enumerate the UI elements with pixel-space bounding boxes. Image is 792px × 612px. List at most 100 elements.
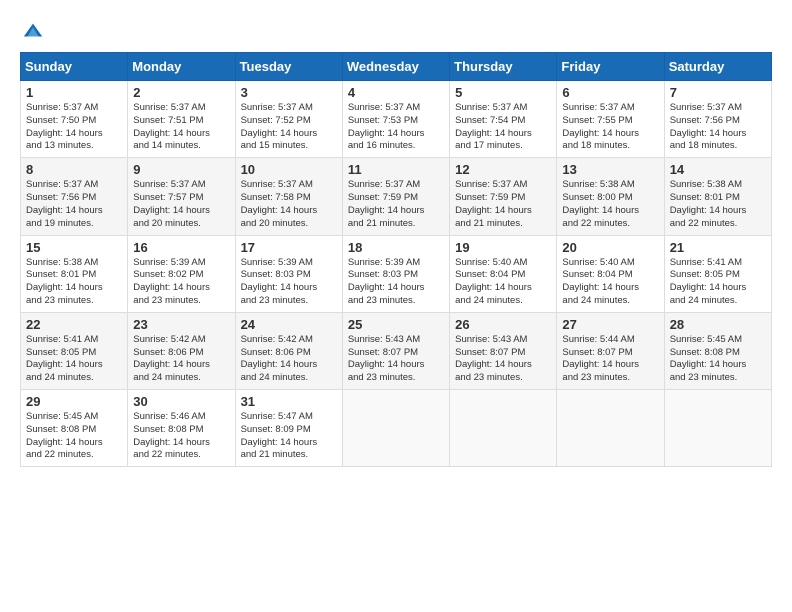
week-row-4: 29 Sunrise: 5:45 AMSunset: 8:08 PMDayligh… bbox=[21, 390, 772, 467]
day-number: 21 bbox=[670, 240, 766, 255]
day-number: 12 bbox=[455, 162, 551, 177]
day-cell: 23 Sunrise: 5:42 AMSunset: 8:06 PMDayligh… bbox=[128, 312, 235, 389]
day-cell bbox=[450, 390, 557, 467]
header-thursday: Thursday bbox=[450, 53, 557, 81]
day-number: 4 bbox=[348, 85, 444, 100]
day-number: 9 bbox=[133, 162, 229, 177]
day-info: Sunrise: 5:45 AMSunset: 8:08 PMDaylight:… bbox=[26, 411, 122, 462]
week-row-3: 22 Sunrise: 5:41 AMSunset: 8:05 PMDayligh… bbox=[21, 312, 772, 389]
day-cell: 7 Sunrise: 5:37 AMSunset: 7:56 PMDaylight… bbox=[664, 81, 771, 158]
day-number: 30 bbox=[133, 394, 229, 409]
day-cell: 10 Sunrise: 5:37 AMSunset: 7:58 PMDayligh… bbox=[235, 158, 342, 235]
day-info: Sunrise: 5:37 AMSunset: 7:56 PMDaylight:… bbox=[26, 179, 122, 230]
day-number: 16 bbox=[133, 240, 229, 255]
day-number: 31 bbox=[241, 394, 337, 409]
day-cell: 11 Sunrise: 5:37 AMSunset: 7:59 PMDayligh… bbox=[342, 158, 449, 235]
day-info: Sunrise: 5:37 AMSunset: 7:54 PMDaylight:… bbox=[455, 102, 551, 153]
day-cell: 12Sunrise: 5:37 AMSunset: 7:59 PMDayligh… bbox=[450, 158, 557, 235]
day-cell: 3Sunrise: 5:37 AMSunset: 7:52 PMDaylight… bbox=[235, 81, 342, 158]
day-cell: 25Sunrise: 5:43 AMSunset: 8:07 PMDayligh… bbox=[342, 312, 449, 389]
day-cell: 16 Sunrise: 5:39 AMSunset: 8:02 PMDayligh… bbox=[128, 235, 235, 312]
day-number: 8 bbox=[26, 162, 122, 177]
day-info: Sunrise: 5:39 AMSunset: 8:02 PMDaylight:… bbox=[133, 257, 229, 308]
day-cell: 22 Sunrise: 5:41 AMSunset: 8:05 PMDayligh… bbox=[21, 312, 128, 389]
day-info: Sunrise: 5:39 AMSunset: 8:03 PMDaylight:… bbox=[348, 257, 444, 308]
day-info: Sunrise: 5:41 AMSunset: 8:05 PMDaylight:… bbox=[670, 257, 766, 308]
day-cell bbox=[664, 390, 771, 467]
day-cell: 31 Sunrise: 5:47 AMSunset: 8:09 PMDayligh… bbox=[235, 390, 342, 467]
day-number: 5 bbox=[455, 85, 551, 100]
day-number: 7 bbox=[670, 85, 766, 100]
day-info: Sunrise: 5:39 AMSunset: 8:03 PMDaylight:… bbox=[241, 257, 337, 308]
day-info: Sunrise: 5:46 AMSunset: 8:08 PMDaylight:… bbox=[133, 411, 229, 462]
page-header bbox=[20, 20, 772, 42]
day-info: Sunrise: 5:45 AMSunset: 8:08 PMDaylight:… bbox=[670, 334, 766, 385]
header-monday: Monday bbox=[128, 53, 235, 81]
day-number: 17 bbox=[241, 240, 337, 255]
day-cell bbox=[342, 390, 449, 467]
day-number: 28 bbox=[670, 317, 766, 332]
day-info: Sunrise: 5:37 AMSunset: 7:55 PMDaylight:… bbox=[562, 102, 658, 153]
day-cell: 28 Sunrise: 5:45 AMSunset: 8:08 PMDayligh… bbox=[664, 312, 771, 389]
day-info: Sunrise: 5:38 AMSunset: 8:01 PMDaylight:… bbox=[670, 179, 766, 230]
day-cell: 14Sunrise: 5:38 AMSunset: 8:01 PMDayligh… bbox=[664, 158, 771, 235]
day-cell: 21 Sunrise: 5:41 AMSunset: 8:05 PMDayligh… bbox=[664, 235, 771, 312]
header-saturday: Saturday bbox=[664, 53, 771, 81]
day-cell: 9 Sunrise: 5:37 AMSunset: 7:57 PMDaylight… bbox=[128, 158, 235, 235]
day-cell: 24Sunrise: 5:42 AMSunset: 8:06 PMDayligh… bbox=[235, 312, 342, 389]
day-number: 23 bbox=[133, 317, 229, 332]
day-info: Sunrise: 5:42 AMSunset: 8:06 PMDaylight:… bbox=[133, 334, 229, 385]
day-cell: 20Sunrise: 5:40 AMSunset: 8:04 PMDayligh… bbox=[557, 235, 664, 312]
logo-icon bbox=[22, 20, 44, 42]
day-info: Sunrise: 5:41 AMSunset: 8:05 PMDaylight:… bbox=[26, 334, 122, 385]
day-cell bbox=[557, 390, 664, 467]
day-info: Sunrise: 5:43 AMSunset: 8:07 PMDaylight:… bbox=[455, 334, 551, 385]
day-cell: 1 Sunrise: 5:37 AMSunset: 7:50 PMDaylight… bbox=[21, 81, 128, 158]
header-tuesday: Tuesday bbox=[235, 53, 342, 81]
header-friday: Friday bbox=[557, 53, 664, 81]
day-cell: 19 Sunrise: 5:40 AMSunset: 8:04 PMDayligh… bbox=[450, 235, 557, 312]
day-info: Sunrise: 5:47 AMSunset: 8:09 PMDaylight:… bbox=[241, 411, 337, 462]
day-info: Sunrise: 5:38 AMSunset: 8:00 PMDaylight:… bbox=[562, 179, 658, 230]
day-number: 24 bbox=[241, 317, 337, 332]
day-info: Sunrise: 5:37 AMSunset: 7:58 PMDaylight:… bbox=[241, 179, 337, 230]
day-info: Sunrise: 5:37 AMSunset: 7:56 PMDaylight:… bbox=[670, 102, 766, 153]
day-number: 6 bbox=[562, 85, 658, 100]
day-cell: 8 Sunrise: 5:37 AMSunset: 7:56 PMDaylight… bbox=[21, 158, 128, 235]
day-number: 19 bbox=[455, 240, 551, 255]
day-cell: 4 Sunrise: 5:37 AMSunset: 7:53 PMDaylight… bbox=[342, 81, 449, 158]
day-info: Sunrise: 5:40 AMSunset: 8:04 PMDaylight:… bbox=[455, 257, 551, 308]
day-number: 2 bbox=[133, 85, 229, 100]
day-number: 22 bbox=[26, 317, 122, 332]
logo bbox=[20, 20, 44, 42]
day-number: 15 bbox=[26, 240, 122, 255]
day-cell: 5 Sunrise: 5:37 AMSunset: 7:54 PMDaylight… bbox=[450, 81, 557, 158]
header-wednesday: Wednesday bbox=[342, 53, 449, 81]
header-row: SundayMondayTuesdayWednesdayThursdayFrid… bbox=[21, 53, 772, 81]
day-number: 11 bbox=[348, 162, 444, 177]
week-row-1: 8 Sunrise: 5:37 AMSunset: 7:56 PMDaylight… bbox=[21, 158, 772, 235]
day-info: Sunrise: 5:37 AMSunset: 7:57 PMDaylight:… bbox=[133, 179, 229, 230]
header-sunday: Sunday bbox=[21, 53, 128, 81]
day-number: 25 bbox=[348, 317, 444, 332]
day-info: Sunrise: 5:37 AMSunset: 7:59 PMDaylight:… bbox=[348, 179, 444, 230]
day-cell: 15 Sunrise: 5:38 AMSunset: 8:01 PMDayligh… bbox=[21, 235, 128, 312]
day-number: 13 bbox=[562, 162, 658, 177]
day-number: 10 bbox=[241, 162, 337, 177]
day-cell: 6 Sunrise: 5:37 AMSunset: 7:55 PMDaylight… bbox=[557, 81, 664, 158]
day-info: Sunrise: 5:37 AMSunset: 7:52 PMDaylight:… bbox=[241, 102, 337, 153]
day-cell: 30 Sunrise: 5:46 AMSunset: 8:08 PMDayligh… bbox=[128, 390, 235, 467]
day-info: Sunrise: 5:38 AMSunset: 8:01 PMDaylight:… bbox=[26, 257, 122, 308]
day-number: 29 bbox=[26, 394, 122, 409]
day-cell: 27Sunrise: 5:44 AMSunset: 8:07 PMDayligh… bbox=[557, 312, 664, 389]
day-number: 20 bbox=[562, 240, 658, 255]
week-row-0: 1 Sunrise: 5:37 AMSunset: 7:50 PMDaylight… bbox=[21, 81, 772, 158]
day-info: Sunrise: 5:37 AMSunset: 7:50 PMDaylight:… bbox=[26, 102, 122, 153]
day-info: Sunrise: 5:37 AMSunset: 7:53 PMDaylight:… bbox=[348, 102, 444, 153]
day-number: 18 bbox=[348, 240, 444, 255]
day-info: Sunrise: 5:44 AMSunset: 8:07 PMDaylight:… bbox=[562, 334, 658, 385]
calendar-table: SundayMondayTuesdayWednesdayThursdayFrid… bbox=[20, 52, 772, 467]
day-number: 26 bbox=[455, 317, 551, 332]
day-info: Sunrise: 5:37 AMSunset: 7:51 PMDaylight:… bbox=[133, 102, 229, 153]
day-number: 1 bbox=[26, 85, 122, 100]
